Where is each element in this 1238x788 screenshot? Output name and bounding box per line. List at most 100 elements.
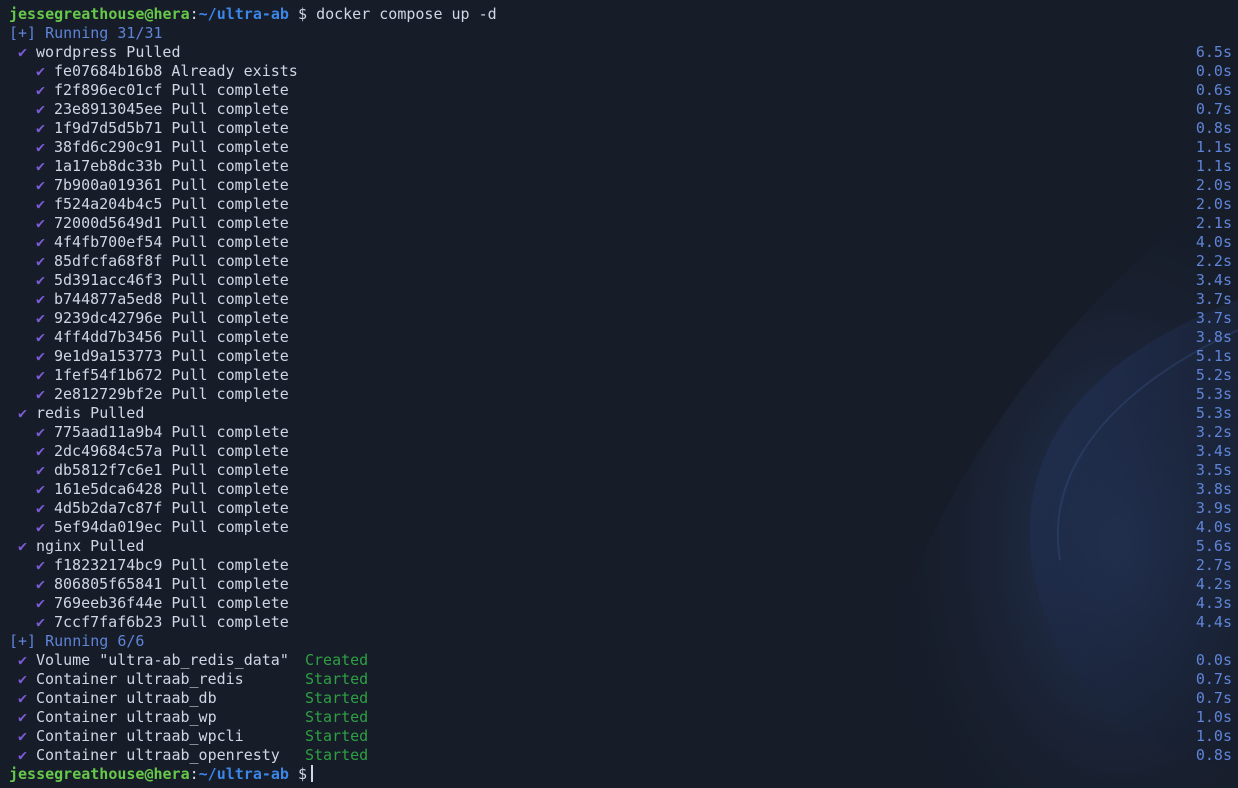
layer-row-text: f2f896ec01cf Pull complete (54, 81, 289, 99)
check-icon: ✔ (36, 499, 46, 517)
prompt-dollar: $ (298, 765, 308, 783)
check-icon: ✔ (36, 271, 46, 289)
layer-row-text: 1a17eb8dc33b Pull complete (54, 157, 289, 175)
layer-row-text: 23e8913045ee Pull complete (54, 100, 289, 118)
duration-label: 6.5s (1195, 43, 1232, 61)
terminal-output: jessegreathouse@hera:~/ultra-ab $ docker… (9, 5, 1232, 784)
check-icon: ✔ (36, 347, 46, 365)
layer-row-text: f524a204b4c5 Pull complete (54, 195, 289, 213)
layer-row: ✔ b744877a5ed8 Pull complete 3.7s (9, 290, 1232, 309)
layer-row-text: 775aad11a9b4 Pull complete (54, 423, 289, 441)
duration-label: 4.3s (1195, 594, 1232, 612)
pull-group-text: wordpress Pulled (36, 43, 181, 61)
check-icon: ✔ (18, 746, 28, 764)
layer-row: ✔ 775aad11a9b4 Pull complete 3.2s (9, 423, 1232, 442)
layer-row-text: db5812f7c6e1 Pull complete (54, 461, 289, 479)
layer-row: ✔ 4f4fb700ef54 Pull complete 4.0s (9, 233, 1232, 252)
pull-group: ✔ nginx Pulled 5.6s (9, 537, 1232, 556)
layer-row-text: 4d5b2da7c87f Pull complete (54, 499, 289, 517)
layer-row: ✔ 23e8913045ee Pull complete 0.7s (9, 100, 1232, 119)
prompt-line-top: jessegreathouse@hera:~/ultra-ab $ docker… (9, 5, 1232, 24)
resource-row-text: Container ultraab_openresty (36, 746, 280, 764)
check-icon: ✔ (36, 214, 46, 232)
resource-row-text: Container ultraab_wp (36, 708, 217, 726)
check-icon: ✔ (36, 613, 46, 631)
check-icon: ✔ (36, 366, 46, 384)
layer-row-text: 85dfcfa68f8f Pull complete (54, 252, 289, 270)
check-icon: ✔ (36, 461, 46, 479)
layer-row-text: fe07684b16b8 Already exists (54, 62, 298, 80)
status-label: Created (305, 651, 369, 669)
prompt-line-bottom[interactable]: jessegreathouse@hera:~/ultra-ab $ (9, 765, 1232, 784)
prompt-user-host: jessegreathouse@hera (9, 5, 190, 23)
resource-row: ✔ Container ultraab_wpcli 1.0s Started (9, 727, 1232, 746)
duration-label: 3.5s (1195, 461, 1232, 479)
check-icon: ✔ (18, 670, 28, 688)
duration-label: 0.7s (1195, 689, 1232, 707)
duration-label: 5.2s (1195, 366, 1232, 384)
prompt-colon: : (189, 5, 199, 23)
resource-row-text: Container ultraab_redis (36, 670, 244, 688)
layer-row-text: 7b900a019361 Pull complete (54, 176, 289, 194)
create-running-header: [+] Running 6/6 (9, 632, 145, 650)
layer-row-text: 7ccf7faf6b23 Pull complete (54, 613, 289, 631)
layer-row: ✔ 7ccf7faf6b23 Pull complete 4.4s (9, 613, 1232, 632)
layer-row: ✔ 9e1d9a153773 Pull complete 5.1s (9, 347, 1232, 366)
resource-row-text: Container ultraab_db (36, 689, 217, 707)
check-icon: ✔ (36, 100, 46, 118)
duration-label: 5.1s (1195, 347, 1232, 365)
check-icon: ✔ (36, 138, 46, 156)
check-icon: ✔ (18, 689, 28, 707)
layer-row: ✔ 5ef94da019ec Pull complete 4.0s (9, 518, 1232, 537)
layer-row: ✔ 2dc49684c57a Pull complete 3.4s (9, 442, 1232, 461)
check-icon: ✔ (36, 480, 46, 498)
duration-label: 3.8s (1195, 328, 1232, 346)
resource-row: ✔ Container ultraab_redis 0.7s Started (9, 670, 1232, 689)
check-icon: ✔ (36, 385, 46, 403)
duration-label: 4.2s (1195, 575, 1232, 593)
duration-label: 2.1s (1195, 214, 1232, 232)
status-label: Started (305, 670, 369, 688)
layer-row: ✔ 1fef54f1b672 Pull complete 5.2s (9, 366, 1232, 385)
command-text: docker compose up -d (316, 5, 497, 23)
duration-label: 0.8s (1195, 746, 1232, 764)
status-label: Started (305, 727, 369, 745)
check-icon: ✔ (18, 727, 28, 745)
layer-row: ✔ 5d391acc46f3 Pull complete 3.4s (9, 271, 1232, 290)
duration-label: 5.6s (1195, 537, 1232, 555)
resource-row: ✔ Container ultraab_db 0.7s Started (9, 689, 1232, 708)
duration-label: 4.0s (1195, 518, 1232, 536)
duration-label: 2.0s (1195, 176, 1232, 194)
layer-row: ✔ 38fd6c290c91 Pull complete 1.1s (9, 138, 1232, 157)
layer-row: ✔ 2e812729bf2e Pull complete 5.3s (9, 385, 1232, 404)
duration-label: 3.8s (1195, 480, 1232, 498)
layer-row-text: 1fef54f1b672 Pull complete (54, 366, 289, 384)
check-icon: ✔ (36, 575, 46, 593)
layer-row-text: 1f9d7d5d5b71 Pull complete (54, 119, 289, 137)
duration-label: 5.3s (1195, 385, 1232, 403)
check-icon: ✔ (36, 442, 46, 460)
layer-row-text: 9e1d9a153773 Pull complete (54, 347, 289, 365)
duration-label: 0.7s (1195, 100, 1232, 118)
prompt-dollar: $ (298, 5, 308, 23)
layer-row: ✔ 9239dc42796e Pull complete 3.7s (9, 309, 1232, 328)
terminal-window[interactable]: jessegreathouse@hera:~/ultra-ab $ docker… (0, 0, 1238, 788)
duration-label: 2.0s (1195, 195, 1232, 213)
layer-row: ✔ f524a204b4c5 Pull complete 2.0s (9, 195, 1232, 214)
duration-label: 0.6s (1195, 81, 1232, 99)
layer-row: ✔ f18232174bc9 Pull complete 2.7s (9, 556, 1232, 575)
layer-row: ✔ fe07684b16b8 Already exists 0.0s (9, 62, 1232, 81)
pull-group-text: redis Pulled (36, 404, 145, 422)
prompt-colon: : (189, 765, 199, 783)
resource-row: ✔ Volume "ultra-ab_redis_data" 0.0s Created (9, 651, 1232, 670)
check-icon: ✔ (36, 195, 46, 213)
duration-label: 0.7s (1195, 670, 1232, 688)
duration-label: 1.1s (1195, 138, 1232, 156)
check-icon: ✔ (36, 423, 46, 441)
duration-label: 0.0s (1195, 651, 1232, 669)
layer-row-text: 38fd6c290c91 Pull complete (54, 138, 289, 156)
duration-label: 4.0s (1195, 233, 1232, 251)
duration-label: 1.0s (1195, 727, 1232, 745)
layer-row-text: 2e812729bf2e Pull complete (54, 385, 289, 403)
check-icon: ✔ (36, 252, 46, 270)
